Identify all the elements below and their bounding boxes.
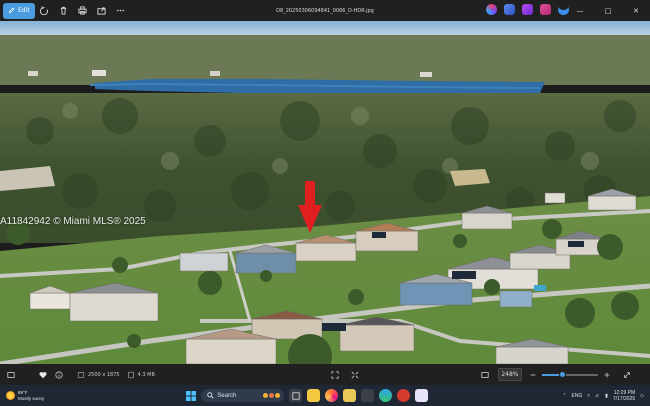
sunny-weather-icon (6, 391, 15, 400)
title-app-icons (486, 4, 569, 15)
fit-to-window-icon[interactable] (330, 370, 340, 380)
rotate-icon[interactable] (35, 3, 54, 19)
title-toolbar: Edit D8_20250306094841_0066_D-HDR.jpg — … (0, 0, 650, 21)
zoom-in-icon[interactable] (602, 370, 612, 380)
photos-app-window: Edit D8_20250306094841_0066_D-HDR.jpg — … (0, 0, 650, 406)
windows-taskbar: 89°F Mostly sunny Search ⌃ ENG ≈ ♬ ▮ 12:… (0, 385, 650, 406)
edit-button-label: Edit (18, 7, 30, 14)
expand-icon[interactable] (622, 370, 632, 380)
photos-app-icon[interactable] (415, 389, 429, 402)
share-icon[interactable] (92, 3, 111, 19)
zoom-out-icon[interactable] (528, 370, 538, 380)
search-highlight-icon (263, 393, 281, 398)
copilot-icon[interactable] (486, 4, 497, 15)
info-icon[interactable] (54, 370, 64, 380)
clock-time: 12:29 PM (613, 389, 636, 396)
window-controls: — □ ✕ (566, 0, 650, 21)
volume-icon[interactable]: ♬ (595, 393, 600, 399)
notes-app-icon[interactable] (343, 389, 357, 402)
video-editor-icon[interactable] (540, 4, 551, 15)
file-explorer-icon[interactable] (307, 389, 321, 402)
image-info-bar: 2500 x 1875 4.3 MB 248% (0, 364, 650, 385)
taskbar-search-box[interactable]: Search (201, 389, 285, 402)
aerial-photo-image (0, 21, 650, 364)
fullscreen-icon[interactable] (480, 370, 490, 380)
aerial-photo: A11842942 © Miami MLS® 2025 (0, 21, 650, 364)
delete-icon[interactable] (54, 3, 73, 19)
favorite-heart-icon[interactable] (38, 370, 48, 380)
notifications-bell-icon[interactable]: ◇ (640, 393, 644, 399)
store-icon[interactable] (361, 389, 375, 402)
media-app-icon[interactable] (397, 389, 411, 402)
zoom-slider[interactable] (541, 370, 598, 378)
task-view-icon[interactable] (289, 389, 303, 402)
image-dimensions: 2500 x 1875 (88, 371, 120, 378)
designer-icon[interactable] (504, 4, 515, 15)
mls-watermark: A11842942 © Miami MLS® 2025 (0, 216, 146, 227)
search-icon (207, 392, 214, 399)
system-tray: ⌃ ENG ≈ ♬ ▮ 12:29 PM 7/17/2025 ◇ (562, 385, 644, 406)
actual-size-icon[interactable] (350, 370, 360, 380)
clipchamp-icon[interactable] (522, 4, 533, 15)
search-label: Search (217, 392, 237, 399)
more-options-icon[interactable] (111, 3, 130, 19)
weather-description: Mostly sunny (18, 395, 45, 401)
clock[interactable]: 12:29 PM 7/17/2025 (613, 390, 635, 402)
start-windows-icon[interactable] (184, 389, 197, 402)
file-size: 4.3 MB (137, 371, 155, 378)
print-icon[interactable] (73, 3, 92, 19)
firefox-icon[interactable] (325, 389, 339, 402)
maximize-icon[interactable]: □ (594, 0, 622, 21)
zoom-level-box[interactable]: 248% (497, 368, 522, 381)
edit-button[interactable]: Edit (3, 2, 35, 19)
zoom-level: 248% (501, 371, 519, 378)
clock-date: 7/17/2025 (612, 395, 636, 402)
file-size-icon (126, 370, 136, 380)
edge-icon[interactable] (379, 389, 393, 402)
filmstrip-icon[interactable] (6, 370, 16, 380)
battery-icon[interactable]: ▮ (605, 393, 608, 399)
zoom-slider-thumb[interactable] (559, 370, 567, 378)
close-icon[interactable]: ✕ (622, 0, 650, 21)
edit-pencil-icon (9, 7, 15, 13)
language-indicator[interactable]: ENG (572, 393, 583, 399)
minimize-icon[interactable]: — (566, 0, 594, 21)
wifi-icon[interactable]: ≈ (587, 393, 590, 399)
image-dimensions-icon (76, 370, 86, 380)
weather-widget[interactable]: 89°F Mostly sunny (6, 390, 44, 401)
show-hidden-icons-icon[interactable]: ⌃ (562, 393, 566, 399)
